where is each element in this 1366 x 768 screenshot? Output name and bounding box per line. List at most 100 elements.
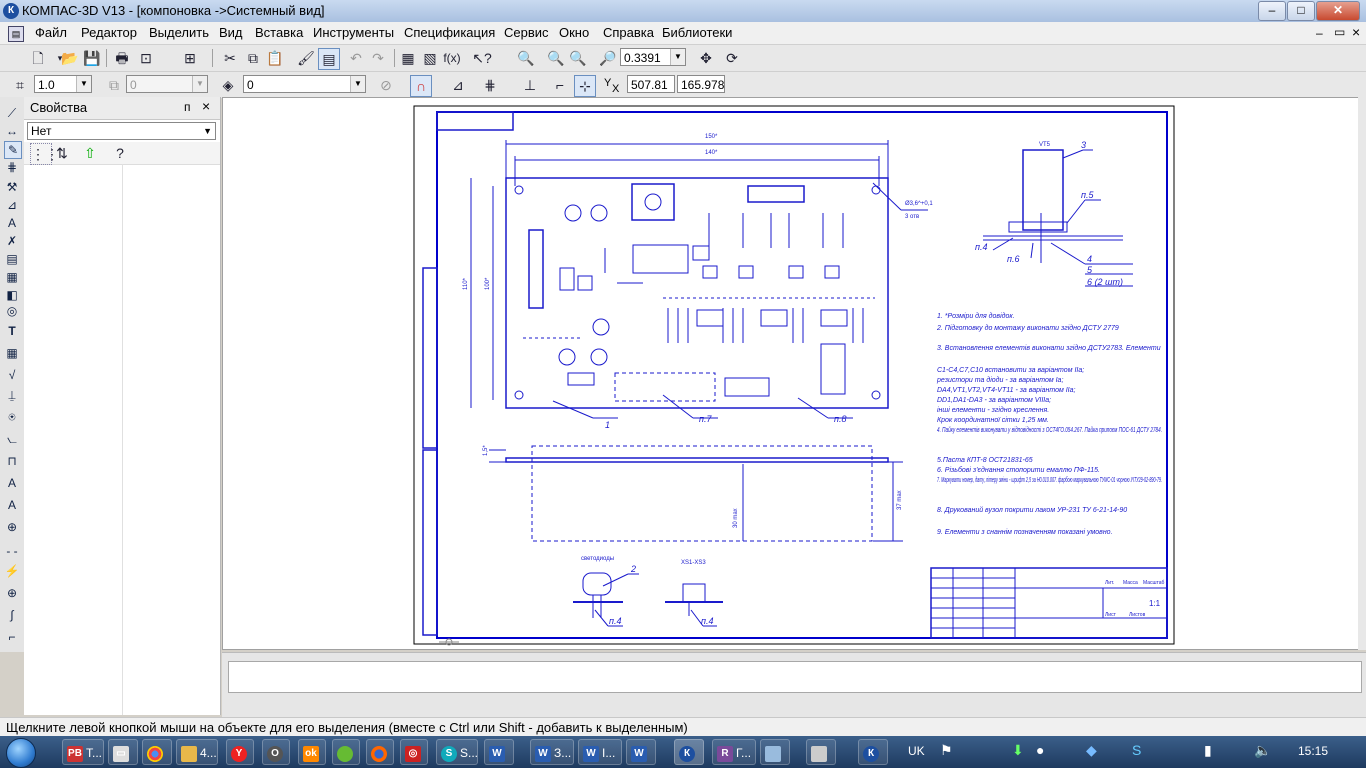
tray-app-icon[interactable]: ● (1036, 742, 1044, 758)
tray-flag-icon[interactable]: ⚑ (940, 742, 953, 759)
break-line-icon[interactable]: ⌐ (4, 629, 20, 645)
copy-icon[interactable]: ⧉ (243, 48, 263, 68)
text-icon[interactable]: T (4, 323, 20, 339)
grid-select-icon[interactable]: ⋮⋮ (30, 143, 59, 165)
drawing-canvas[interactable]: 150* 140* 110* 100* Ø3,6^+0,1 3 отв 1,5*… (222, 97, 1360, 650)
chevron-down-icon[interactable]: ▼ (350, 76, 365, 92)
center-mark-icon[interactable]: ⊕ (4, 585, 20, 601)
taskbar-item[interactable]: O (262, 739, 290, 765)
format-painter-icon[interactable]: 🖌 (296, 48, 316, 68)
position-icon[interactable]: ⊕ (4, 519, 20, 535)
grid-icon[interactable]: ⋕ (480, 75, 500, 95)
preview-icon[interactable]: ⊡ (136, 48, 156, 68)
taskbar-item[interactable]: ◎ (400, 739, 428, 765)
edit-icon[interactable]: ⋕ (4, 159, 20, 175)
pin-icon[interactable]: ᴨ (184, 100, 191, 114)
taskbar-item[interactable] (806, 739, 836, 765)
chevron-down-icon[interactable]: ▼ (192, 76, 207, 92)
coord-y-field[interactable]: 165.978 (677, 75, 725, 93)
taskbar-item[interactable]: К (858, 739, 888, 765)
tray-download-icon[interactable]: ⬇ (1012, 742, 1024, 759)
taskbar-item[interactable] (332, 739, 360, 765)
taskbar-item[interactable]: W I... (578, 739, 622, 765)
pan-icon[interactable]: ✥ (696, 48, 716, 68)
help-pointer-icon[interactable]: ↖? (472, 48, 492, 68)
taskbar-item[interactable]: W З... (530, 739, 574, 765)
cut-icon[interactable]: ✂ (220, 48, 240, 68)
zoom-window-icon[interactable]: 🔍 (516, 48, 536, 68)
select-icon[interactable]: A (4, 215, 20, 231)
taskbar-item[interactable]: ▭ (108, 739, 138, 765)
manager-icon[interactable]: ⊞ (180, 48, 200, 68)
redo-icon[interactable]: ↷ (368, 48, 388, 68)
arrow-up-icon[interactable]: ⇧ (80, 143, 100, 163)
axis-line-icon[interactable]: - - (4, 543, 20, 559)
ortho-icon[interactable]: ⊘ (376, 75, 396, 95)
menu-window[interactable]: Окно (559, 25, 589, 40)
measure-icon[interactable]: ⊿ (4, 197, 20, 213)
kompas-app-icon[interactable]: К (3, 3, 19, 19)
taskbar-item[interactable]: ok (298, 739, 326, 765)
close-icon[interactable]: × (202, 98, 210, 114)
paste-icon[interactable]: 📋 (265, 48, 285, 68)
table-icon[interactable]: ▦ (4, 345, 20, 361)
chevron-down-icon[interactable]: ▼ (76, 76, 91, 92)
menu-libraries[interactable]: Библиотеки (662, 25, 732, 40)
base-icon[interactable]: ⍊ (4, 387, 20, 403)
tray-network-icon[interactable]: ▮ (1204, 742, 1212, 759)
tray-dropbox-icon[interactable]: ◆ (1086, 742, 1097, 759)
tree-icon[interactable]: ▦ (398, 48, 418, 68)
fx-icon[interactable]: f(x) (442, 48, 462, 68)
orthogonal-icon[interactable]: ⌐ (550, 75, 570, 95)
geometry-icon[interactable]: ⟋ (4, 105, 20, 121)
taskbar-item[interactable]: Y (226, 739, 254, 765)
minimize-button[interactable]: – (1258, 1, 1286, 21)
cs-origin-icon[interactable]: ⊥ (520, 75, 540, 95)
local-cs-icon[interactable]: ⊿ (448, 75, 468, 95)
chevron-down-icon[interactable]: ▼ (670, 49, 685, 65)
document-icon[interactable]: ▤ (8, 26, 24, 42)
menu-file[interactable]: Файл (35, 25, 67, 40)
layer-combo[interactable]: 0 ▼ (243, 75, 366, 93)
arrow-direction-icon[interactable]: A (4, 497, 20, 513)
angle-combo[interactable]: 0 ▼ (126, 75, 208, 93)
parametrize-icon[interactable]: ⚒ (4, 179, 20, 195)
zoom-scale-combo[interactable]: 0.3391 ▼ (620, 48, 686, 66)
cut-line-icon[interactable]: ⊓ (4, 453, 20, 469)
fragment-icon[interactable]: ◧ (4, 287, 20, 303)
cursor-step-combo[interactable]: 1.0 ▼ (34, 75, 92, 93)
object-select[interactable]: Нет ▼ (27, 122, 216, 140)
new-file-icon[interactable]: 🗋 (28, 48, 48, 68)
tolerance-icon[interactable]: ⦦ (4, 431, 20, 447)
refresh-icon[interactable]: ⟳ (722, 48, 742, 68)
menu-insert[interactable]: Вставка (255, 25, 303, 40)
volume-icon[interactable]: 🔈 (1254, 742, 1271, 759)
menu-editor[interactable]: Редактор (81, 25, 137, 40)
command-input-box[interactable] (228, 661, 1362, 693)
taskbar-item[interactable]: W (626, 739, 656, 765)
library-icon[interactable]: ◎ (4, 303, 20, 319)
taskbar-item[interactable] (760, 739, 790, 765)
print-icon[interactable]: 🖶 (112, 48, 132, 68)
menu-service[interactable]: Сервис (504, 25, 549, 40)
maximize-button[interactable]: □ (1287, 1, 1315, 21)
menu-select[interactable]: Выделить (149, 25, 209, 40)
menu-tools[interactable]: Инструменты (313, 25, 394, 40)
help-icon[interactable]: ? (110, 143, 130, 163)
view-arrow-icon[interactable]: A (4, 475, 20, 491)
taskbar-item[interactable]: PB Т... (62, 739, 104, 765)
taskbar-item[interactable]: 4... (176, 739, 218, 765)
undo-icon[interactable]: ↶ (346, 48, 366, 68)
annotation-icon[interactable]: ✎ (4, 141, 22, 159)
drawing-svg[interactable]: 150* 140* 110* 100* Ø3,6^+0,1 3 отв 1,5*… (223, 98, 1359, 649)
close-button[interactable]: ✕ (1316, 1, 1360, 21)
layer-icon[interactable]: ◈ (218, 75, 238, 95)
variables-icon[interactable]: ▧ (420, 48, 440, 68)
open-folder-icon[interactable]: 📂 (60, 48, 80, 68)
zoom-out-icon[interactable]: 🔍 (568, 48, 588, 68)
snap-step-icon[interactable]: ⌗ (10, 75, 30, 95)
taskbar-item[interactable]: R Г... (712, 739, 756, 765)
taskbar-item[interactable]: К (674, 739, 704, 765)
language-indicator[interactable]: UK (908, 744, 925, 758)
menu-view[interactable]: Вид (219, 25, 243, 40)
